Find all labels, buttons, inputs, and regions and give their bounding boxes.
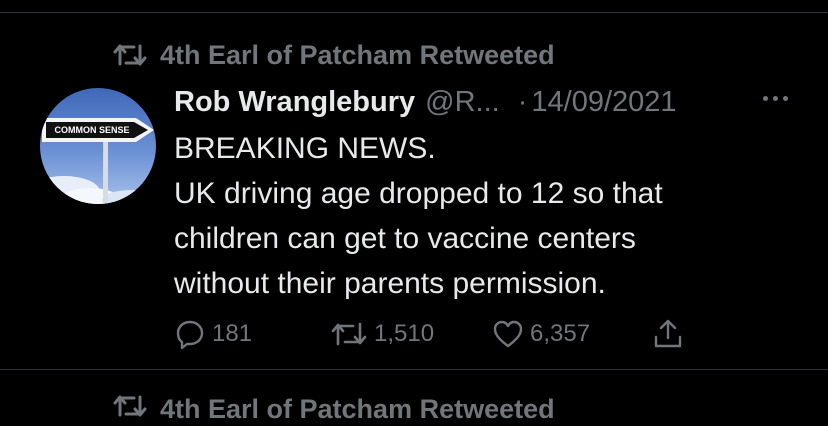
tweet-actions: 181 1,510 6,357 [174, 314, 694, 354]
tweet-date[interactable]: 14/09/2021 [531, 86, 676, 119]
share-icon [652, 318, 684, 350]
tweet-text-line: BREAKING NEWS. [174, 132, 436, 165]
bottom-divider [0, 369, 828, 370]
like-count: 6,357 [530, 320, 591, 347]
avatar-sign-text: COMMON SENSE [54, 125, 129, 135]
reply-icon [174, 318, 206, 350]
avatar[interactable]: COMMON SENSE [40, 88, 156, 204]
like-button[interactable]: 6,357 [492, 314, 590, 354]
share-button[interactable] [652, 314, 684, 354]
retweet-icon [330, 320, 368, 348]
retweet-button[interactable]: 1,510 [330, 314, 434, 354]
author-display-name[interactable]: Rob Wranglebury [174, 86, 415, 119]
next-retweet-text: 4th Earl of Patcham Retweeted [160, 393, 555, 424]
top-divider [0, 12, 828, 13]
reply-count: 181 [212, 320, 253, 347]
separator-dot: · [517, 85, 528, 118]
retweet-count: 1,510 [374, 320, 435, 347]
tweet-text-line: UK driving age dropped to 12 so that [174, 177, 663, 210]
author-handle[interactable]: @R... [425, 86, 500, 119]
retweet-context-text: 4th Earl of Patcham Retweeted [160, 39, 555, 70]
retweet-context[interactable]: 4th Earl of Patcham Retweeted [112, 38, 555, 72]
next-retweet-context[interactable]: 4th Earl of Patcham Retweeted [112, 392, 555, 426]
next-retweet-icon [112, 393, 148, 426]
tweet-text-line: without their parents permission. [174, 267, 606, 300]
reply-button[interactable]: 181 [174, 314, 252, 354]
tweet-text-line: children can get to vaccine centers [174, 222, 636, 255]
more-icon[interactable] [763, 96, 788, 101]
tweet-header: Rob Wranglebury @R... · 14/09/2021 [174, 84, 788, 120]
retweet-context-icon [112, 42, 148, 68]
tweet-text: BREAKING NEWS. UK driving age dropped to… [174, 126, 794, 306]
like-icon [492, 319, 524, 349]
